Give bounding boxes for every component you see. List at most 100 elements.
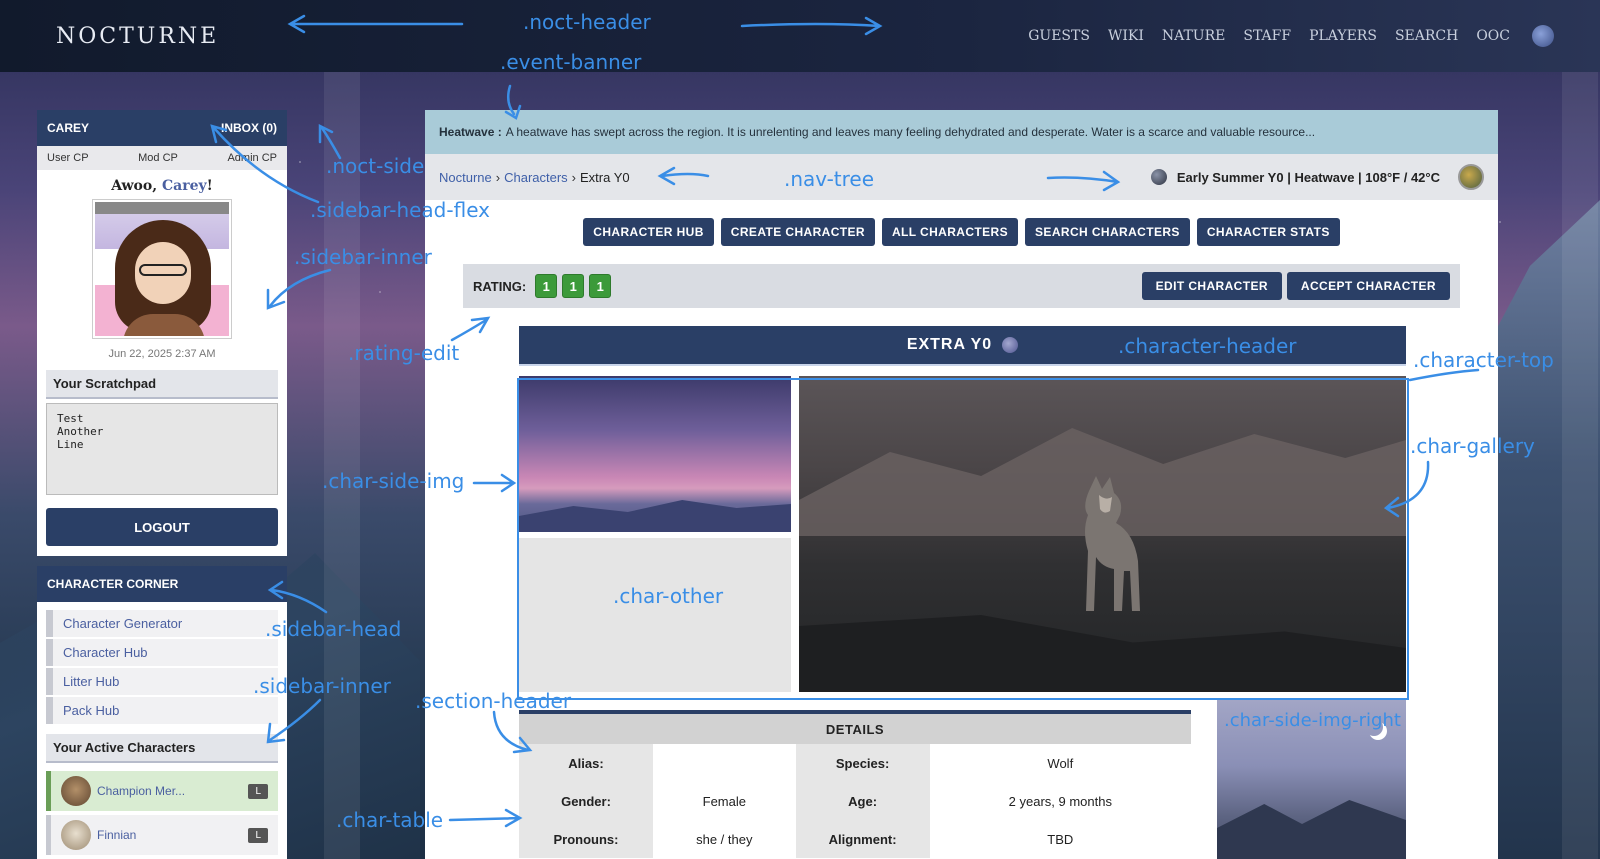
rating-actions: EDIT CHARACTER ACCEPT CHARACTER xyxy=(1141,272,1450,300)
breadcrumb-nocturne[interactable]: Nocturne xyxy=(439,170,492,185)
avatar xyxy=(93,200,231,338)
character-portrait-icon xyxy=(61,820,91,850)
breadcrumb-current: Extra Y0 xyxy=(580,169,630,185)
all-characters-button[interactable]: ALL CHARACTERS xyxy=(881,218,1019,246)
table-row: Gender: Female Age: 2 years, 9 months xyxy=(519,782,1191,820)
greeting: Awoo, Carey! xyxy=(46,178,278,194)
user-avatar-icon[interactable] xyxy=(1532,25,1554,47)
season-text: Early Summer Y0 | Heatwave | 108°F / 42°… xyxy=(1176,169,1440,185)
table-value: Wolf xyxy=(929,744,1191,782)
greeting-name[interactable]: Carey xyxy=(162,178,207,194)
rating-chip: 1 xyxy=(562,274,585,298)
breadcrumb-characters[interactable]: Characters xyxy=(504,170,568,185)
annotation-char-table: .char-table xyxy=(336,808,444,832)
background-column xyxy=(324,72,360,859)
nav-staff[interactable]: STAFF xyxy=(1243,28,1291,44)
rating-chip: 1 xyxy=(535,274,558,298)
annotation-noct-side: .noct-side xyxy=(326,154,425,178)
active-character-name[interactable]: Champion Mer... xyxy=(97,784,248,798)
table-value xyxy=(653,744,796,782)
logout-button[interactable]: LOGOUT xyxy=(46,508,278,546)
character-generator-link[interactable]: Character Generator xyxy=(46,610,278,637)
character-hub-button[interactable]: CHARACTER HUB xyxy=(583,218,714,246)
edit-character-button[interactable]: EDIT CHARACTER xyxy=(1141,272,1282,300)
table-value: TBD xyxy=(929,820,1191,858)
sidebar-inner-profile: Awoo, Carey! Jun 22, 2025 2:37 AM Your S… xyxy=(37,170,287,556)
table-row: Pronouns: she / they Alignment: TBD xyxy=(519,820,1191,858)
event-banner: Heatwave : A heatwave has swept across t… xyxy=(425,110,1498,154)
table-row: Alias: Species: Wolf xyxy=(519,744,1191,782)
scratchpad-title: Your Scratchpad xyxy=(46,370,278,399)
table-value: she / they xyxy=(653,820,796,858)
nav-tree: Nocturne › Characters › Extra Y0 Early S… xyxy=(425,154,1498,200)
character-status-badge: L xyxy=(248,827,268,843)
annotation-character-header: .character-header xyxy=(1118,334,1297,358)
nav-search[interactable]: SEARCH xyxy=(1395,28,1458,44)
scratchpad-textarea[interactable]: Test Another Line xyxy=(46,403,278,495)
character-name: EXTRA Y0 xyxy=(906,336,993,353)
table-key: Age: xyxy=(795,782,930,820)
background-column xyxy=(1562,72,1598,859)
nav-wiki[interactable]: WIKI xyxy=(1108,28,1144,44)
annotation-sidebar-head: .sidebar-head xyxy=(265,617,402,641)
annotation-char-side-img-right: .char-side-img-right xyxy=(1224,710,1401,731)
mod-cp-link[interactable]: Mod CP xyxy=(138,152,178,164)
character-top-outline xyxy=(517,378,1409,700)
annotation-section-header: .section-header xyxy=(415,689,572,713)
active-character-name[interactable]: Finnian xyxy=(97,828,248,842)
table-value: 2 years, 9 months xyxy=(929,782,1191,820)
greeting-prefix: Awoo, xyxy=(111,178,162,194)
character-stats-button[interactable]: CHARACTER STATS xyxy=(1196,218,1340,246)
annotation-noct-header: .noct-header xyxy=(523,10,651,34)
event-text: A heatwave has swept across the region. … xyxy=(505,125,1316,139)
character-hub-link[interactable]: Character Hub xyxy=(46,639,278,666)
table-key: Pronouns: xyxy=(519,820,653,858)
sidebar-head: CHARACTER CORNER xyxy=(37,566,287,602)
weather-icon[interactable] xyxy=(1458,164,1484,190)
search-characters-button[interactable]: SEARCH CHARACTERS xyxy=(1025,218,1190,246)
event-label: Heatwave : xyxy=(439,125,502,139)
active-characters-title: Your Active Characters xyxy=(46,734,278,763)
sidebar-head-flex: CAREY INBOX (0) xyxy=(37,110,287,146)
create-character-button[interactable]: CREATE CHARACTER xyxy=(720,218,875,246)
nav-ooc[interactable]: OOC xyxy=(1476,28,1510,44)
site-title[interactable]: NOCTURNE xyxy=(56,24,219,49)
nav-nature[interactable]: NATURE xyxy=(1162,28,1226,44)
table-key: Alias: xyxy=(519,744,653,782)
annotation-character-top: .character-top xyxy=(1413,348,1554,372)
active-character-item[interactable]: Finnian L xyxy=(46,815,278,855)
litter-hub-link[interactable]: Litter Hub xyxy=(46,668,278,695)
annotation-sidebar-inner: .sidebar-inner xyxy=(253,674,391,698)
pack-hub-link[interactable]: Pack Hub xyxy=(46,697,278,724)
table-key: Species: xyxy=(795,744,930,782)
section-header: DETAILS xyxy=(519,710,1191,744)
character-status-badge: L xyxy=(248,783,268,799)
sidebar-username[interactable]: CAREY xyxy=(47,121,89,135)
annotation-rating-edit: .rating-edit xyxy=(348,341,460,365)
accept-character-button[interactable]: ACCEPT CHARACTER xyxy=(1286,272,1450,300)
annotation-char-side-img: .char-side-img xyxy=(322,469,465,493)
season-info: Early Summer Y0 | Heatwave | 108°F / 42°… xyxy=(1150,164,1484,190)
active-character-item[interactable]: Champion Mer... L xyxy=(46,771,278,811)
site-header: NOCTURNE GUESTS WIKI NATURE STAFF PLAYER… xyxy=(0,0,1600,72)
rating-chip: 1 xyxy=(589,274,612,298)
moon-phase-icon xyxy=(1150,169,1167,185)
nav-players[interactable]: PLAYERS xyxy=(1309,28,1377,44)
annotation-sidebar-head-flex: .sidebar-head-flex xyxy=(310,198,490,222)
admin-cp-link[interactable]: Admin CP xyxy=(227,152,277,164)
greeting-suffix: ! xyxy=(206,178,213,194)
char-table: Alias: Species: Wolf Gender: Female Age:… xyxy=(519,744,1191,858)
annotation-char-gallery: .char-gallery xyxy=(1410,434,1535,458)
control-panel-links: User CP Mod CP Admin CP xyxy=(37,146,287,170)
details-section: DETAILS Alias: Species: Wolf Gender: Fem… xyxy=(519,710,1191,858)
user-cp-link[interactable]: User CP xyxy=(47,152,89,164)
login-timestamp: Jun 22, 2025 2:37 AM xyxy=(108,348,216,360)
main-nav: GUESTS WIKI NATURE STAFF PLAYERS SEARCH … xyxy=(1028,25,1554,47)
breadcrumb-separator: › xyxy=(571,169,577,185)
inbox-link[interactable]: INBOX (0) xyxy=(221,121,277,135)
annotation-event-banner: .event-banner xyxy=(500,50,642,74)
nav-guests[interactable]: GUESTS xyxy=(1028,28,1090,44)
table-key: Gender: xyxy=(519,782,653,820)
annotation-char-other: .char-other xyxy=(613,584,724,608)
sidebar-inner-links: Character Generator Character Hub Litter… xyxy=(37,602,287,859)
